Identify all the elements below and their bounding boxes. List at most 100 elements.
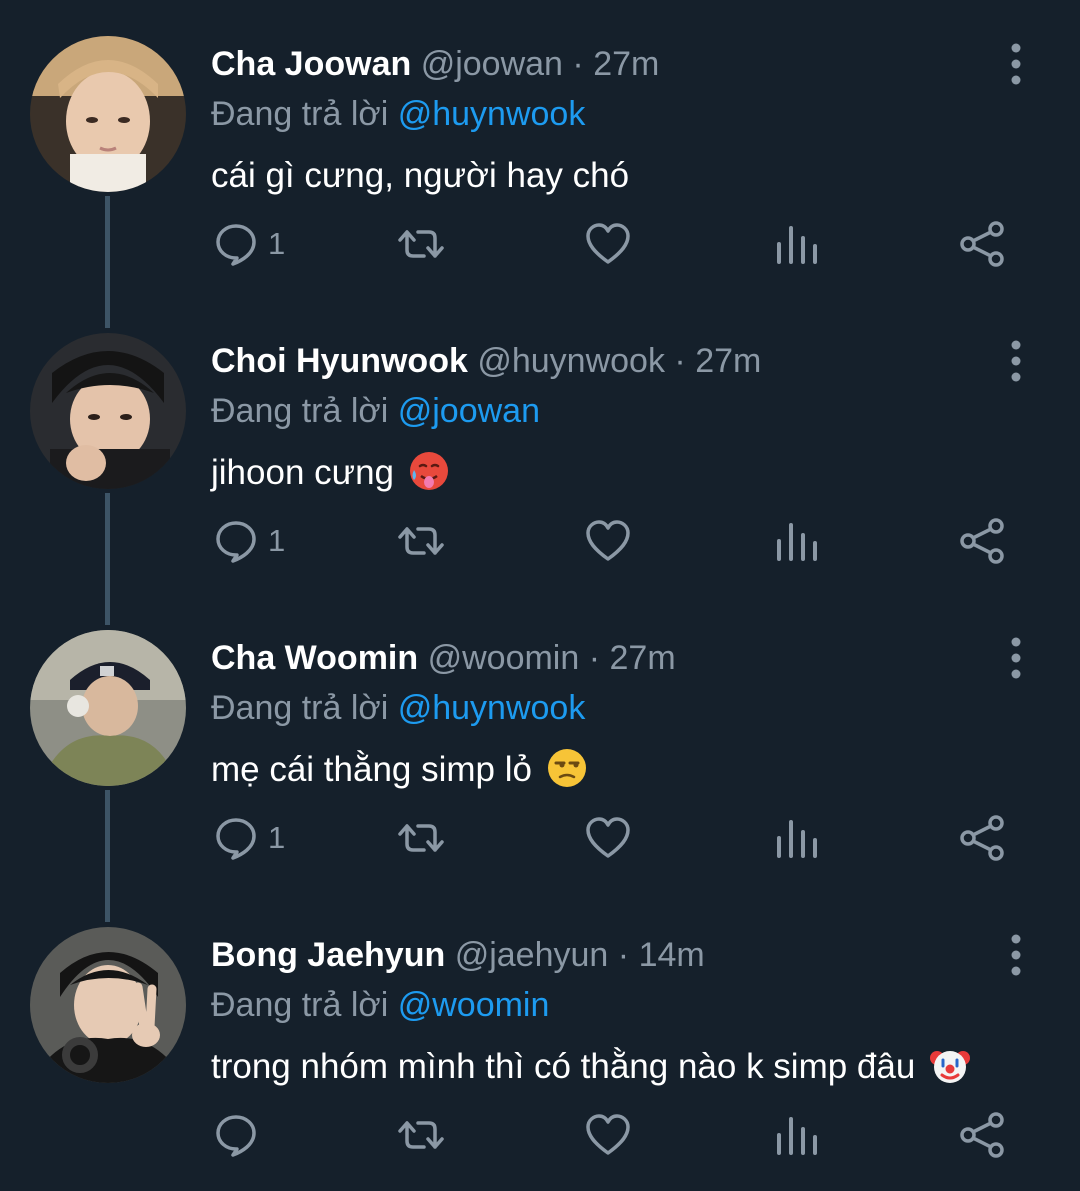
reply-count: 1: [268, 820, 286, 855]
heart-icon: [586, 520, 630, 561]
replying-to: Đang trả lời @huynwook: [211, 686, 585, 730]
username[interactable]: @joowan: [421, 45, 563, 83]
replying-to-link[interactable]: @joowan: [398, 392, 540, 430]
more-vertical-icon[interactable]: [1004, 339, 1028, 383]
unamused-face-emoji: [547, 749, 586, 787]
tweet[interactable]: Bong Jaehyun @jaehyun · 14m Đang trả lời…: [0, 891, 1080, 1188]
like-button[interactable]: [584, 216, 632, 272]
tweet-header: Bong Jaehyun @jaehyun · 14m: [211, 933, 705, 977]
tweet[interactable]: Choi Hyunwook @huynwook · 27m Đang trả l…: [0, 297, 1080, 594]
timestamp[interactable]: 27m: [610, 639, 676, 677]
heart-icon: [586, 1114, 630, 1155]
share-button[interactable]: [958, 1107, 1006, 1163]
like-button[interactable]: [584, 1107, 632, 1163]
reply-button[interactable]: 1: [212, 216, 285, 272]
separator: ·: [588, 639, 601, 677]
retweet-button[interactable]: [397, 1107, 445, 1163]
tweet-text-content: jihoon cưng: [211, 453, 394, 492]
reply-icon: [216, 818, 256, 860]
tweet-text: cái gì cưng, người hay chó: [211, 152, 629, 200]
tweet[interactable]: Cha Woomin @woomin · 27m Đang trả lời @h…: [0, 594, 1080, 891]
views-button[interactable]: [772, 513, 820, 569]
share-icon: [960, 518, 1004, 564]
share-icon: [960, 1112, 1004, 1158]
retweet-icon: [398, 230, 444, 258]
tweet-text: mẹ cái thằng simp lỏ: [211, 746, 588, 794]
hot-face-emoji: [409, 452, 448, 490]
views-button[interactable]: [772, 216, 820, 272]
reply-button[interactable]: 1: [212, 810, 285, 866]
separator: ·: [674, 342, 686, 380]
more-vertical-icon[interactable]: [1004, 933, 1028, 977]
retweet-button[interactable]: [397, 216, 445, 272]
tweet-text-content: trong nhóm mình thì có thằng nào k simp …: [211, 1047, 916, 1086]
retweet-icon: [398, 527, 444, 555]
username[interactable]: @huynwook: [477, 342, 665, 380]
display-name[interactable]: Cha Joowan: [211, 45, 411, 83]
clown-face-emoji: [930, 1051, 971, 1083]
tweet-text: jihoon cưng: [211, 449, 450, 497]
retweet-icon: [398, 1121, 444, 1149]
share-button[interactable]: [958, 513, 1006, 569]
views-icon: [777, 1117, 817, 1155]
avatar[interactable]: [30, 333, 186, 489]
reply-count: 1: [268, 226, 286, 261]
tweet-text-content: cái gì cưng, người hay chó: [211, 156, 630, 195]
views-icon: [777, 523, 817, 561]
share-button[interactable]: [958, 216, 1006, 272]
reply-icon: [216, 1115, 256, 1157]
more-vertical-icon[interactable]: [1004, 42, 1028, 86]
replying-to-label: Đang trả lời: [211, 392, 389, 430]
display-name[interactable]: Cha Woomin: [211, 639, 418, 677]
tweet-header: Cha Woomin @woomin · 27m: [211, 636, 676, 680]
timestamp[interactable]: 27m: [695, 342, 761, 380]
replying-to: Đang trả lời @woomin: [211, 983, 549, 1027]
retweet-button[interactable]: [397, 513, 445, 569]
tweet-text-content: mẹ cái thằng simp lỏ: [211, 750, 532, 789]
avatar[interactable]: [30, 927, 186, 1083]
username[interactable]: @woomin: [428, 639, 580, 677]
replying-to: Đang trả lời @huynwook: [211, 92, 585, 136]
views-icon: [777, 820, 817, 858]
display-name[interactable]: Bong Jaehyun: [211, 936, 445, 974]
replying-to-label: Đang trả lời: [211, 986, 389, 1024]
replying-to-link[interactable]: @huynwook: [398, 689, 586, 727]
heart-icon: [586, 817, 630, 858]
separator: ·: [572, 45, 584, 83]
reply-count: 1: [268, 523, 286, 558]
replying-to-link[interactable]: @huynwook: [398, 95, 586, 133]
retweet-icon: [398, 824, 444, 852]
tweet-header: Choi Hyunwook @huynwook · 27m: [211, 339, 761, 383]
replying-to: Đang trả lời @joowan: [211, 389, 540, 433]
reply-button[interactable]: [212, 1107, 268, 1163]
display-name[interactable]: Choi Hyunwook: [211, 342, 468, 380]
timestamp[interactable]: 14m: [639, 936, 705, 974]
action-bar: 1: [0, 810, 1080, 866]
tweet-header: Cha Joowan @joowan · 27m: [211, 42, 659, 86]
avatar[interactable]: [30, 630, 186, 786]
more-vertical-icon[interactable]: [1004, 636, 1028, 680]
separator: ·: [617, 936, 630, 974]
reply-button[interactable]: 1: [212, 513, 285, 569]
like-button[interactable]: [584, 810, 632, 866]
username[interactable]: @jaehyun: [455, 936, 609, 974]
action-bar: 1: [0, 513, 1080, 569]
replying-to-link[interactable]: @woomin: [398, 986, 550, 1024]
avatar[interactable]: [30, 36, 186, 192]
share-button[interactable]: [958, 810, 1006, 866]
retweet-button[interactable]: [397, 810, 445, 866]
action-bar: [0, 1107, 1080, 1163]
action-bar: 1: [0, 216, 1080, 272]
reply-icon: [216, 521, 256, 563]
tweet[interactable]: Cha Joowan @joowan · 27m Đang trả lời @h…: [0, 0, 1080, 297]
views-button[interactable]: [772, 810, 820, 866]
like-button[interactable]: [584, 513, 632, 569]
heart-icon: [586, 223, 630, 264]
share-icon: [960, 815, 1004, 861]
timestamp[interactable]: 27m: [593, 45, 659, 83]
share-icon: [960, 221, 1004, 267]
replying-to-label: Đang trả lời: [211, 95, 389, 133]
views-button[interactable]: [772, 1107, 820, 1163]
reply-icon: [216, 224, 256, 266]
views-icon: [777, 226, 817, 264]
